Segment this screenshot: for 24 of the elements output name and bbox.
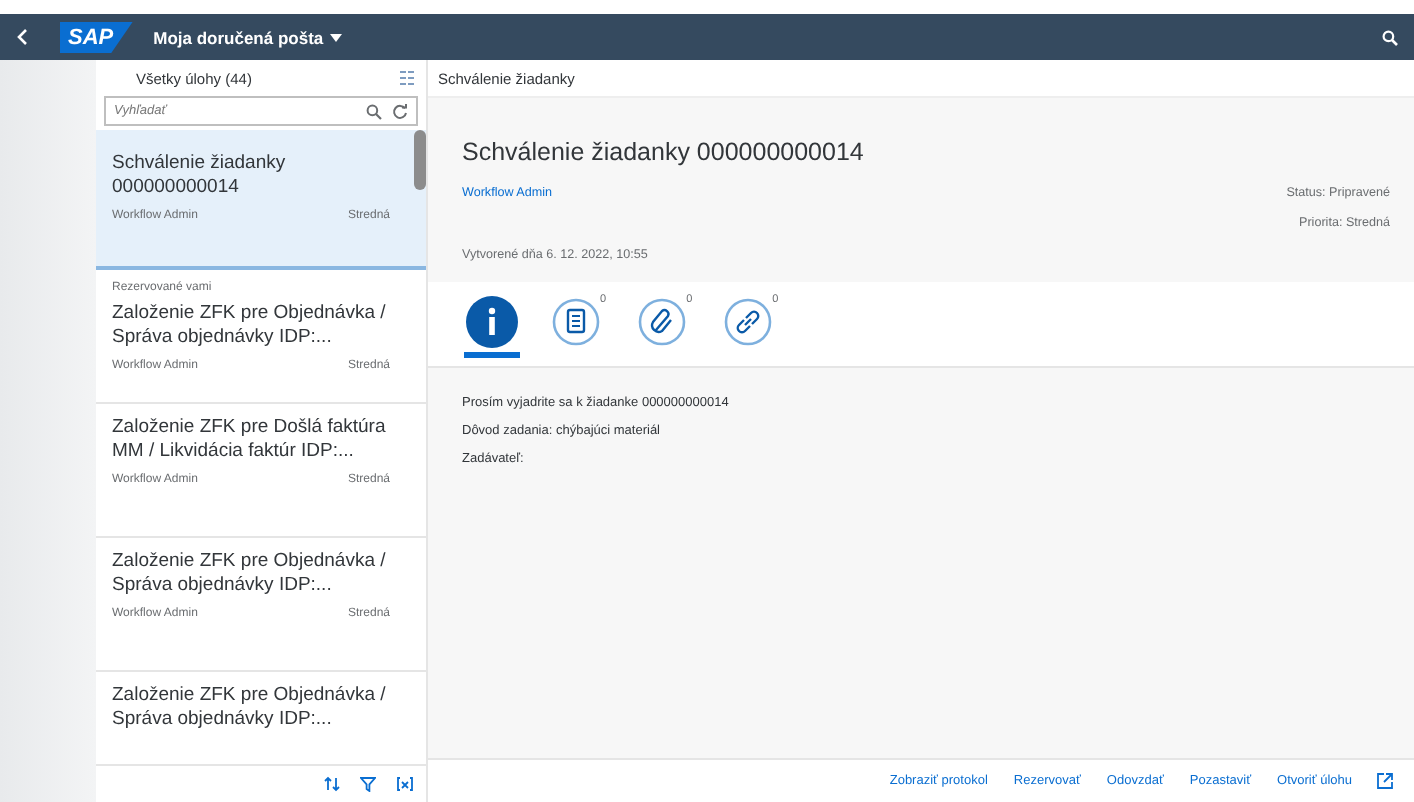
scrollbar-thumb[interactable] [414, 130, 426, 190]
task-title: Schválenie žiadanky 000000000014 [112, 152, 288, 200]
task-title: Založenie ZFK pre Došlá faktúra MM / Likvidácia faktúr IDP:... [112, 416, 388, 464]
search-icon[interactable] [366, 103, 382, 119]
task-title: Založenie ZFK pre Objednávka / Správa objednávky IDP:... [112, 550, 388, 598]
app-title[interactable]: Moja doručená pošta [153, 27, 342, 47]
task-title: Založenie ZFK pre Objednávka / Správa objednávky IDP:... [112, 684, 388, 732]
filter-icon[interactable] [360, 776, 376, 792]
notes-icon [552, 294, 600, 350]
sap-logo: SAP [60, 21, 134, 53]
share-icon[interactable] [1376, 772, 1394, 790]
back-icon[interactable] [16, 28, 28, 46]
info-icon [464, 294, 520, 350]
sort-icon[interactable] [324, 776, 340, 792]
refresh-icon[interactable] [392, 103, 408, 119]
task-item[interactable]: Založenie ZFK pre Objednávka / Správa objednávky IDP:... [96, 672, 426, 764]
caret-icon [329, 33, 342, 41]
list-settings-icon[interactable] [400, 70, 414, 86]
link-icon [724, 294, 773, 350]
task-title: Schválenie žiadanky 000000000014 [462, 138, 866, 166]
paperclip-icon [638, 294, 687, 350]
task-title: Založenie ZFK pre Objednávka / Správa objednávky IDP:... [112, 302, 388, 350]
multi-select-icon[interactable] [396, 776, 414, 792]
tab[interactable] [464, 290, 520, 358]
